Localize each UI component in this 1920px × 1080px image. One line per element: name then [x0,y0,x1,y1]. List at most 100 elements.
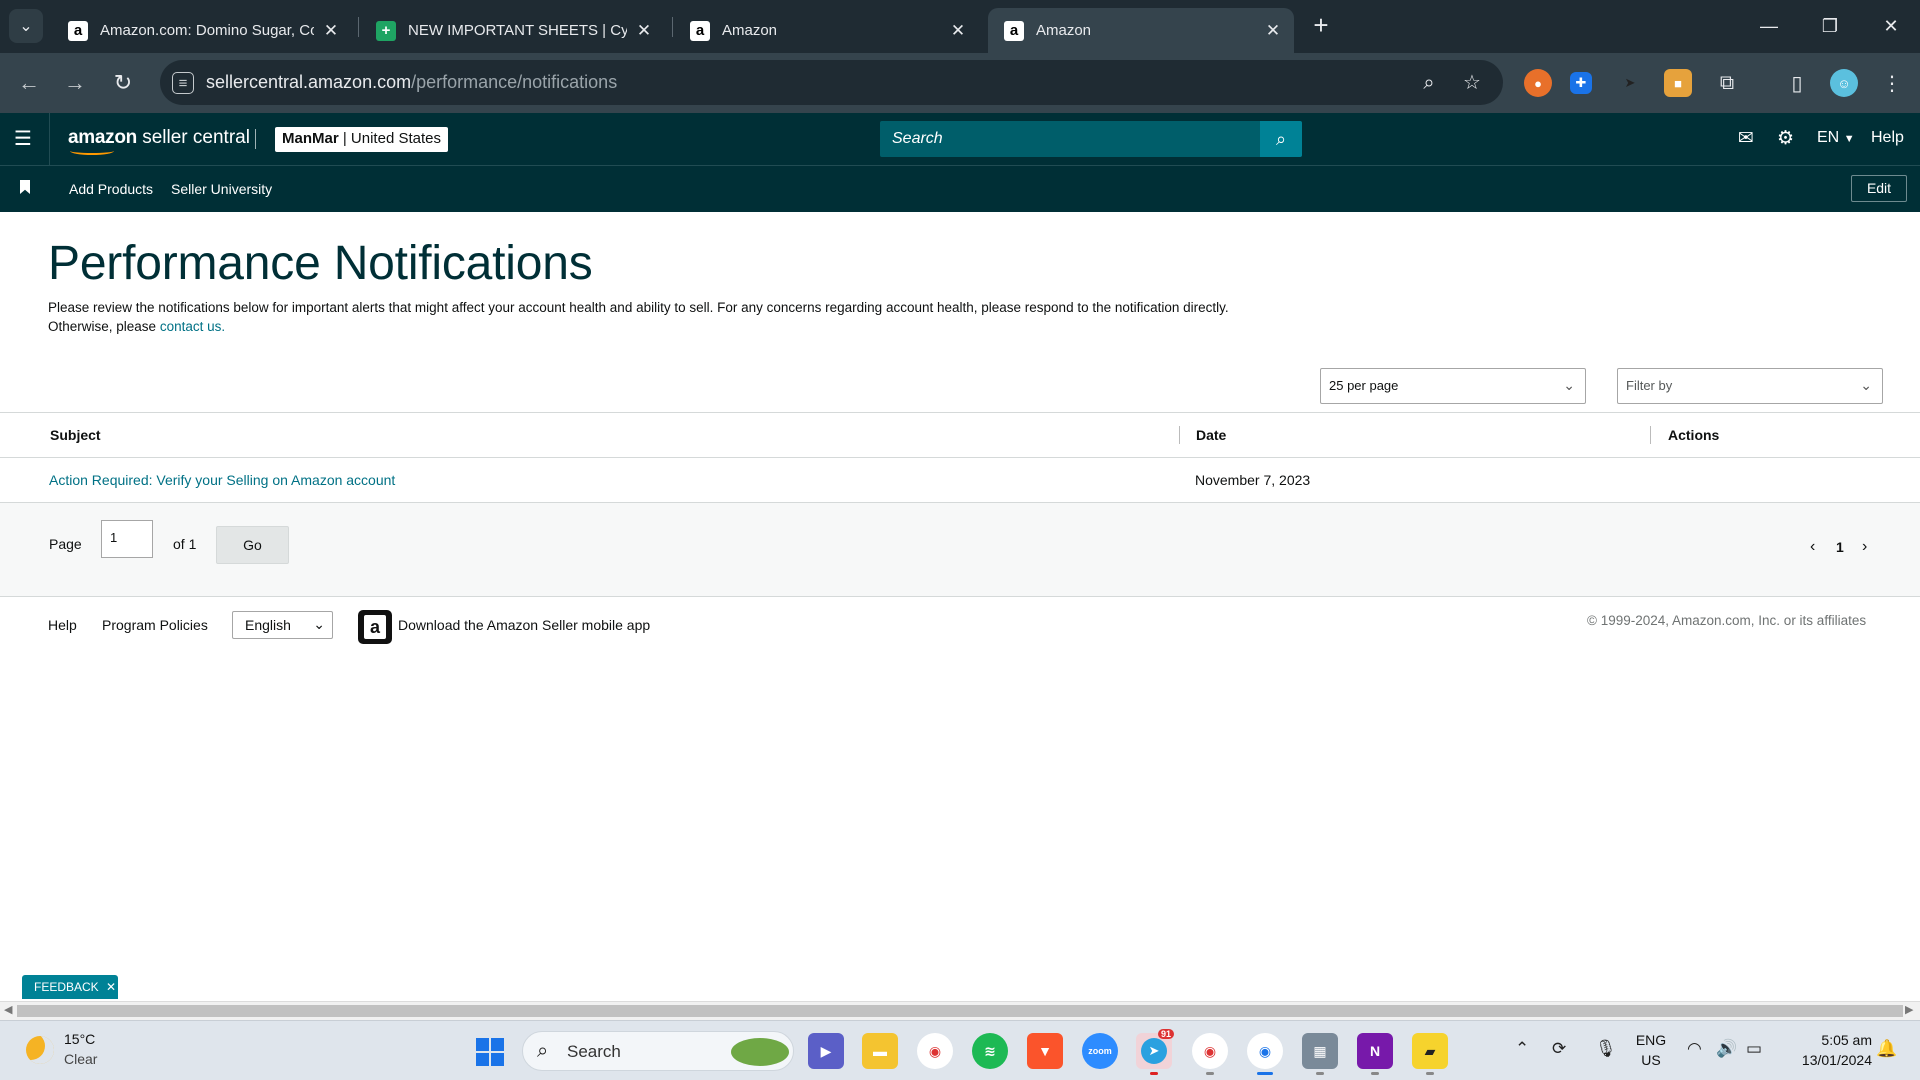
browser-menu-icon[interactable]: ⋮ [1878,69,1906,97]
microphone-icon[interactable]: 🎙 [1595,1039,1617,1059]
chevron-up-icon[interactable]: ⌃ [1515,1039,1529,1059]
restore-icon[interactable]: ❐ [1815,12,1845,40]
mail-icon[interactable]: ✉ [1738,127,1754,151]
close-icon[interactable]: ✕ [635,21,653,41]
footer-help-link[interactable]: Help [48,617,77,633]
help-link[interactable]: Help [1871,129,1904,147]
seller-central-logo[interactable]: amazon seller central [68,127,250,155]
browser-tab-2[interactable]: + NEW IMPORTANT SHEETS | Cyril - ✕ [360,8,665,53]
clock-date[interactable]: 13/01/2024 [1782,1052,1872,1068]
sticky-notes-app-icon[interactable]: ▰ [1412,1033,1448,1075]
column-header-subject[interactable]: Subject [50,427,101,443]
feedback-button[interactable]: FEEDBACK ✕ [22,975,118,999]
current-page-number[interactable]: 1 [1836,539,1844,555]
notification-subject-link[interactable]: Action Required: Verify your Selling on … [49,472,395,488]
url-text[interactable]: sellercentral.amazon.com/performance/not… [206,72,617,93]
keyboard-language-bottom[interactable]: US [1634,1052,1668,1068]
close-icon[interactable]: ✕ [106,980,116,994]
scroll-left-icon[interactable]: ◀ [4,1003,12,1016]
zoom-icon[interactable]: ⌕ [1416,70,1442,96]
scroll-right-icon[interactable]: ▶ [1905,1003,1913,1016]
browser-tab-3[interactable]: a Amazon ✕ [674,8,979,53]
edit-bookmarks-button[interactable]: Edit [1851,175,1907,202]
language-selector[interactable]: EN ▼ [1817,129,1855,147]
forward-icon[interactable]: → [59,67,91,99]
close-icon[interactable]: ✕ [322,21,340,41]
teams-app-icon[interactable]: ▶ [808,1033,844,1069]
page-title: Performance Notifications [48,237,593,290]
download-app-link[interactable]: Download the Amazon Seller mobile app [398,617,650,633]
bookmark-icon[interactable] [20,180,30,194]
extensions-puzzle-icon[interactable]: ⧉ [1713,69,1741,97]
profile-avatar[interactable]: ☺ [1830,69,1858,97]
amazon-smile-icon [70,147,114,155]
bookmark-star-icon[interactable]: ☆ [1459,70,1485,96]
page-number-input[interactable]: 1 [101,520,153,558]
search-button[interactable]: ⌕ [1260,121,1302,157]
go-button[interactable]: Go [216,526,289,564]
amazon-seller-app-icon[interactable]: a [358,610,392,644]
minimize-icon[interactable]: — [1754,12,1784,40]
wifi-icon[interactable]: ◠ [1687,1039,1702,1059]
site-info-icon[interactable]: ≡ [172,72,194,94]
nav-link-add-products[interactable]: Add Products [69,181,153,197]
chrome-app-icon[interactable]: ◉ [917,1033,953,1069]
header-divider [49,113,50,165]
side-panel-icon[interactable]: ▯ [1783,69,1811,97]
weather-temperature[interactable]: 15°C [64,1031,95,1047]
chrome-active-app-icon[interactable]: ◉ [1247,1033,1283,1075]
brave-app-icon[interactable]: ▼ [1027,1033,1063,1069]
battery-icon[interactable]: ▭ [1746,1039,1762,1059]
account-switcher[interactable]: ManMar | United States [275,127,448,152]
filter-by-select[interactable]: Filter by ⌄ [1617,368,1883,404]
keyboard-language-top[interactable]: ENG [1634,1032,1668,1048]
reload-icon[interactable]: ↻ [107,67,139,99]
spotify-app-icon[interactable]: ≋ [972,1033,1008,1069]
sync-icon[interactable]: ⟳ [1552,1039,1566,1059]
extension-puzzle-blue-icon[interactable]: ✚ [1570,72,1592,94]
hamburger-menu-icon[interactable]: ☰ [14,129,34,149]
url-path: /performance/notifications [411,72,618,92]
file-explorer-icon[interactable]: ▬ [862,1033,898,1069]
address-bar[interactable]: ≡ sellercentral.amazon.com/performance/n… [160,60,1503,105]
nav-link-seller-university[interactable]: Seller University [171,181,272,197]
previous-page-icon[interactable]: ‹ [1810,538,1815,556]
browser-tab-4-active[interactable]: a Amazon ✕ [988,8,1294,53]
extension-honey-icon[interactable]: ■ [1664,69,1692,97]
notification-bell-icon[interactable]: 🔔 [1876,1039,1897,1059]
running-indicator [1257,1072,1273,1075]
calculator-app-icon[interactable]: ▦ [1302,1033,1338,1075]
taskbar-search[interactable]: ⌕ Search [522,1031,794,1071]
windows-start-icon[interactable] [476,1038,504,1066]
tab-title: Amazon [1036,22,1092,39]
close-icon[interactable]: ✕ [1264,21,1282,41]
next-page-icon[interactable]: › [1862,538,1867,556]
zoom-app-icon[interactable]: zoom [1082,1033,1118,1069]
telegram-app-icon[interactable]: ➤ 91 [1136,1029,1174,1075]
clock-time[interactable]: 5:05 am [1782,1032,1872,1048]
tab-search-button[interactable]: ⌄ [9,9,43,43]
intro-line-1: Please review the notifications below fo… [48,300,1229,315]
footer-language-select[interactable]: English ⌄ [232,611,333,639]
column-header-date[interactable]: Date [1196,427,1226,443]
footer-program-policies-link[interactable]: Program Policies [102,617,208,633]
moon-weather-icon[interactable] [26,1036,54,1064]
settings-gear-icon[interactable]: ⚙ [1777,127,1794,151]
per-page-select[interactable]: 25 per page ⌄ [1320,368,1586,404]
search-input[interactable]: Search [880,121,1260,157]
chrome-profile-app-icon[interactable]: ◉ [1192,1033,1228,1075]
weather-condition[interactable]: Clear [64,1051,97,1067]
browser-tab-1[interactable]: a Amazon.com: Domino Sugar, Conf ✕ [52,8,352,53]
back-icon[interactable]: ← [13,67,45,99]
extension-arrow-icon[interactable]: ➤ [1616,69,1644,97]
scrollbar-thumb[interactable] [17,1005,1903,1017]
close-window-icon[interactable]: ✕ [1876,12,1906,40]
contact-us-link[interactable]: contact us. [160,319,225,334]
extension-orange-icon[interactable]: ● [1524,69,1552,97]
horizontal-scrollbar[interactable]: ◀ ▶ [0,1001,1920,1020]
tab-title: Amazon.com: Domino Sugar, Conf [100,22,314,39]
volume-icon[interactable]: 🔊 [1716,1039,1737,1059]
onenote-app-icon[interactable]: N [1357,1033,1393,1075]
new-tab-button[interactable]: + [1308,12,1334,40]
close-icon[interactable]: ✕ [949,21,967,41]
